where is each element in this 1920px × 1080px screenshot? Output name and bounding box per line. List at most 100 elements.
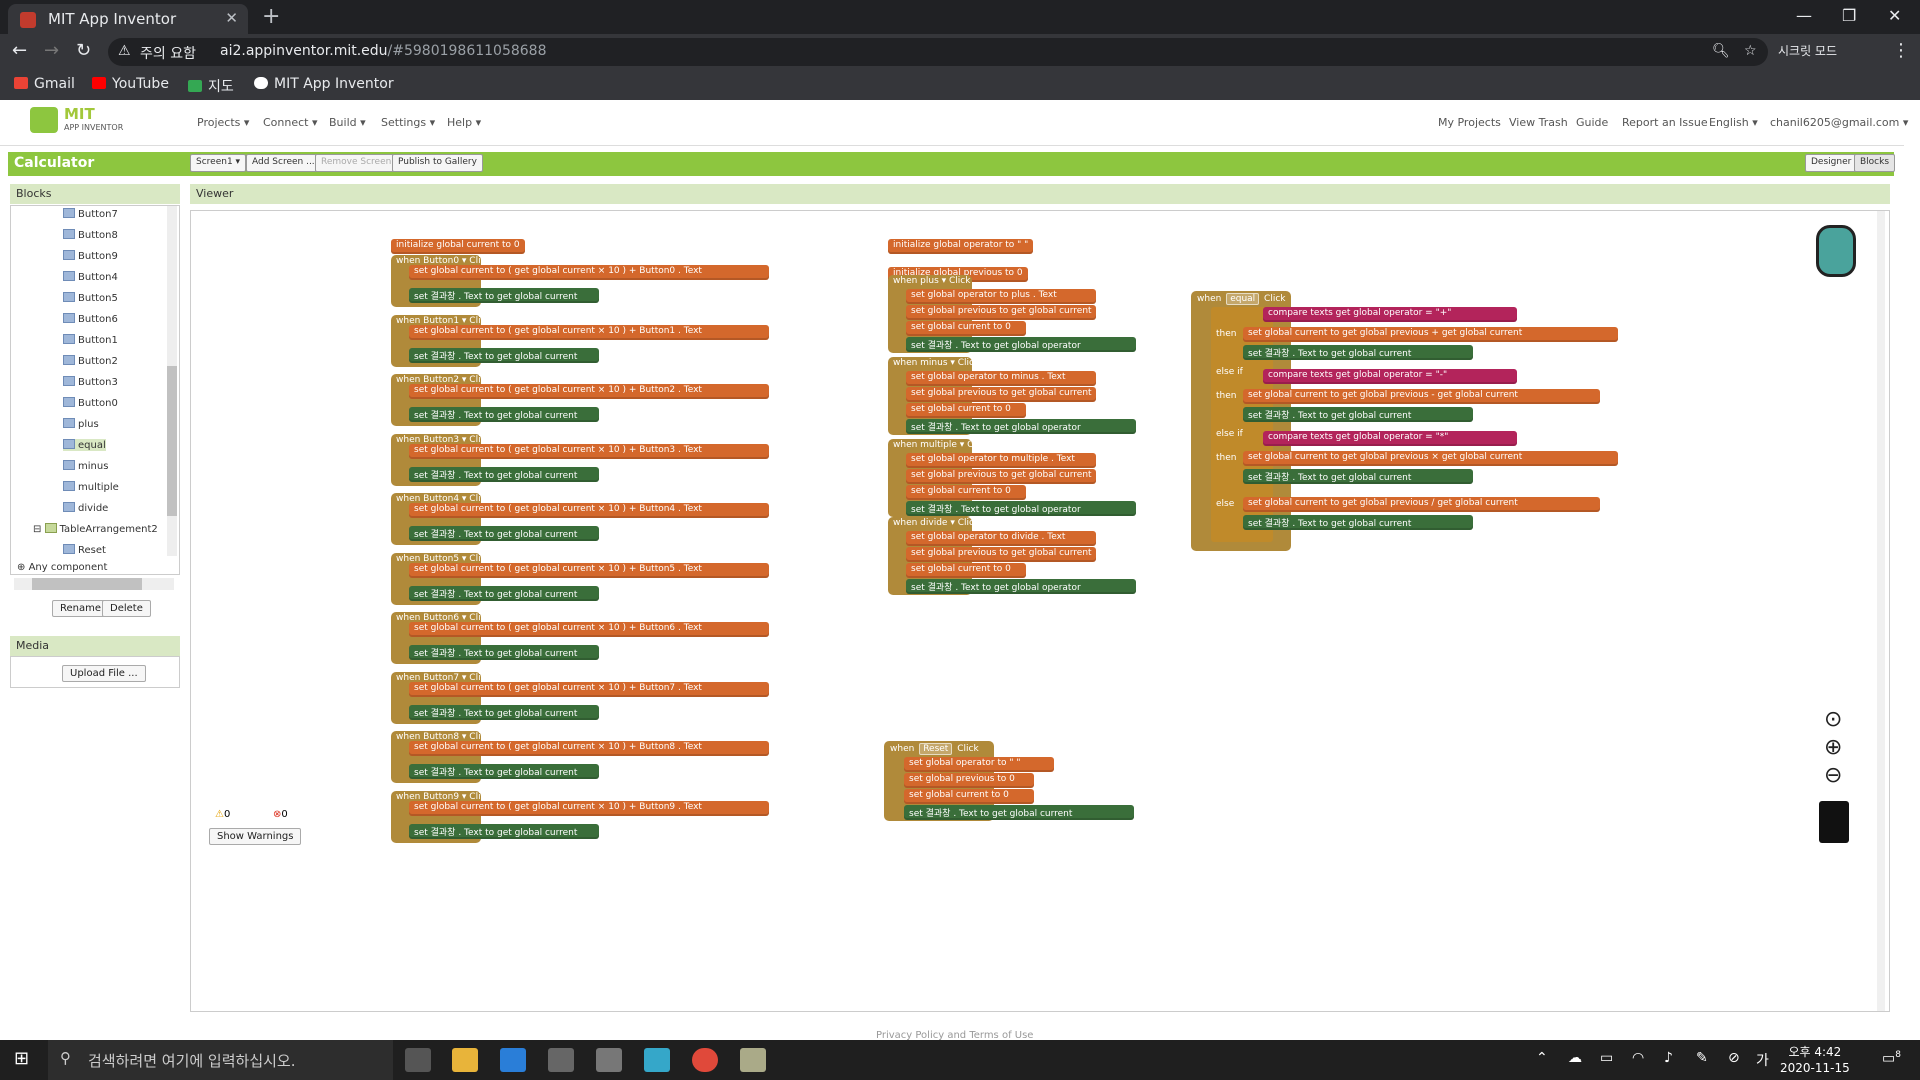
init-current-block[interactable]: initialize global current to 0 xyxy=(391,239,525,254)
close-window-icon[interactable]: ✕ xyxy=(1888,6,1901,25)
menu-projects[interactable]: Projects ▾ xyxy=(197,116,249,129)
task-view-icon[interactable] xyxy=(405,1048,431,1072)
compare-minus[interactable]: compare texts get global operator = "-" xyxy=(1263,369,1517,384)
tree-item-minus[interactable]: minus xyxy=(63,460,108,472)
rename-button[interactable]: Rename xyxy=(52,600,110,617)
tree-item-button6[interactable]: Button6 xyxy=(63,313,118,325)
restore-icon[interactable]: ❐ xyxy=(1842,6,1856,25)
blocks-button[interactable]: Blocks xyxy=(1854,154,1896,172)
tree-scrollbar[interactable] xyxy=(167,206,177,556)
equal-set-label-3[interactable]: set 결과창 . Text to get global current xyxy=(1243,469,1473,484)
star-icon[interactable]: ☆ xyxy=(1744,43,1757,59)
incognito-label[interactable]: 시크릿 모드 xyxy=(1778,42,1837,59)
zoom-in-icon[interactable]: ⊕ xyxy=(1824,735,1842,760)
tree-item-equal[interactable]: equal xyxy=(63,439,106,451)
set-operator-block[interactable]: set global operator to divide . Text xyxy=(906,531,1096,546)
equal-set-mul[interactable]: set global current to get global previou… xyxy=(1243,451,1618,466)
set-label-block[interactable]: set 결과창 . Text to get global current xyxy=(409,823,599,839)
onedrive-icon[interactable]: ☁ xyxy=(1568,1050,1582,1066)
set-label-block[interactable]: set 결과창 . Text to get global current xyxy=(409,288,599,303)
tree-item-divide[interactable]: divide xyxy=(63,502,108,514)
omnibox[interactable]: ⚠ 주의 요함 ai2.appinventor.mit.edu/#5980198… xyxy=(108,38,1768,66)
collapse-icon[interactable]: ⊟ xyxy=(33,524,45,535)
reset-pill[interactable]: Reset xyxy=(919,743,953,755)
forward-icon[interactable]: → xyxy=(44,40,59,61)
reset-set-label[interactable]: set 결과창 . Text to get global current xyxy=(904,805,1134,820)
tree-item-multiple[interactable]: multiple xyxy=(63,481,119,493)
backpack-icon[interactable] xyxy=(1816,225,1856,277)
set-label-block[interactable]: set 결과창 . Text to get global operator xyxy=(906,337,1136,352)
bookmark-maps[interactable]: 지도 xyxy=(188,76,234,96)
bookmark-gmail[interactable]: Gmail xyxy=(14,76,75,92)
equal-set-label-4[interactable]: set 결과창 . Text to get global current xyxy=(1243,515,1473,530)
equal-set-sub[interactable]: set global current to get global previou… xyxy=(1243,389,1600,404)
set-label-block[interactable]: set 결과창 . Text to get global operator xyxy=(906,579,1136,594)
equal-set-add[interactable]: set global current to get global previou… xyxy=(1243,327,1618,342)
equal-set-label-2[interactable]: set 결과창 . Text to get global current xyxy=(1243,407,1473,422)
set-current-zero-block[interactable]: set global current to 0 xyxy=(906,403,1026,418)
trash-icon[interactable] xyxy=(1819,801,1849,843)
set-label-block[interactable]: set 결과창 . Text to get global operator xyxy=(906,419,1136,434)
reset-set-previous[interactable]: set global previous to 0 xyxy=(904,773,1034,788)
set-current-block[interactable]: set global current to ( get global curre… xyxy=(409,443,769,459)
expand-icon[interactable]: ⊕ xyxy=(17,562,29,573)
battery-icon[interactable]: ▭ xyxy=(1600,1050,1613,1066)
app-icon[interactable] xyxy=(644,1048,670,1072)
screen-select[interactable]: Screen1 ▾ xyxy=(190,154,247,172)
init-operator-block[interactable]: initialize global operator to " " xyxy=(888,239,1034,254)
menu-build[interactable]: Build ▾ xyxy=(329,116,366,129)
set-label-block[interactable]: set 결과창 . Text to get global current xyxy=(409,645,599,660)
bookmark-youtube[interactable]: YouTube xyxy=(92,76,169,92)
set-current-block[interactable]: set global current to ( get global curre… xyxy=(409,681,769,697)
set-current-zero-block[interactable]: set global current to 0 xyxy=(906,485,1026,500)
reset-set-operator[interactable]: set global operator to " " xyxy=(904,757,1054,772)
hscroll-thumb[interactable] xyxy=(32,578,142,590)
equal-set-div[interactable]: set global current to get global previou… xyxy=(1243,497,1600,512)
tree-item-button3[interactable]: Button3 xyxy=(63,376,118,388)
menu-help[interactable]: Help ▾ xyxy=(447,116,481,129)
scroll-thumb[interactable] xyxy=(167,366,177,516)
publish-gallery-button[interactable]: Publish to Gallery xyxy=(392,154,483,172)
equal-set-label-1[interactable]: set 결과창 . Text to get global current xyxy=(1243,345,1473,360)
network-icon[interactable]: ◠ xyxy=(1632,1050,1644,1066)
compare-plus[interactable]: compare texts get global operator = "+" xyxy=(1263,307,1517,322)
set-current-zero-block[interactable]: set global current to 0 xyxy=(906,563,1026,578)
notifications-icon[interactable]: ▭8 xyxy=(1882,1050,1901,1067)
upload-file-button[interactable]: Upload File ... xyxy=(62,665,146,682)
new-tab-button[interactable]: + xyxy=(262,4,280,29)
pen-icon[interactable]: ✎ xyxy=(1696,1050,1708,1066)
taskbar-search[interactable]: ⚲ 검색하려면 여기에 입력하십시오. xyxy=(48,1040,393,1080)
reload-icon[interactable]: ↻ xyxy=(76,40,91,61)
recenter-icon[interactable]: ⊙ xyxy=(1824,707,1842,732)
taskbar-clock[interactable]: 오후 4:42 2020-11-15 xyxy=(1780,1044,1850,1076)
set-label-block[interactable]: set 결과창 . Text to get global current xyxy=(409,407,599,422)
set-current-block[interactable]: set global current to ( get global curre… xyxy=(409,562,769,578)
menu-connect[interactable]: Connect ▾ xyxy=(263,116,318,129)
set-operator-block[interactable]: set global operator to multiple . Text xyxy=(906,453,1096,468)
chrome-icon[interactable] xyxy=(692,1048,718,1072)
workspace-vscroll[interactable] xyxy=(1877,211,1885,1011)
set-current-zero-block[interactable]: set global current to 0 xyxy=(906,321,1026,336)
set-current-block[interactable]: set global current to ( get global curre… xyxy=(409,265,769,280)
close-tab-icon[interactable]: ✕ xyxy=(225,9,238,27)
mit-app-inventor-logo[interactable]: MIT APP INVENTOR xyxy=(30,105,130,137)
set-previous-block[interactable]: set global previous to get global curren… xyxy=(906,387,1096,402)
tree-item-button2[interactable]: Button2 xyxy=(63,355,118,367)
add-screen-button[interactable]: Add Screen ... xyxy=(246,154,321,172)
set-label-block[interactable]: set 결과창 . Text to get global current xyxy=(409,585,599,601)
ime-icon[interactable]: 가 xyxy=(1756,1050,1769,1070)
error-count-indicator[interactable]: ⊗0 xyxy=(273,809,288,820)
set-label-block[interactable]: set 결과창 . Text to get global operator xyxy=(906,501,1136,516)
set-label-block[interactable]: set 결과창 . Text to get global current xyxy=(409,347,599,363)
set-previous-block[interactable]: set global previous to get global curren… xyxy=(906,469,1096,484)
set-current-block[interactable]: set global current to ( get global curre… xyxy=(409,800,769,816)
tree-item-button1[interactable]: Button1 xyxy=(63,334,118,346)
menu-settings[interactable]: Settings ▾ xyxy=(381,116,435,129)
emulator-icon[interactable] xyxy=(740,1048,766,1072)
tree-item-reset[interactable]: Reset xyxy=(63,544,106,556)
minimize-icon[interactable]: — xyxy=(1796,6,1812,25)
reset-set-current[interactable]: set global current to 0 xyxy=(904,789,1034,804)
mail-icon[interactable] xyxy=(500,1048,526,1072)
set-current-block[interactable]: set global current to ( get global curre… xyxy=(409,622,769,637)
link-guide[interactable]: Guide xyxy=(1576,116,1608,129)
